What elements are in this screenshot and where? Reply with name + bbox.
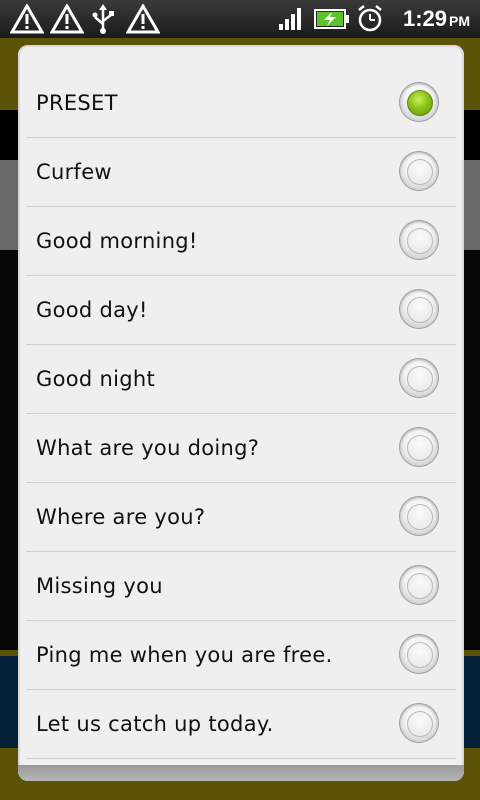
option-good-morning[interactable]: Good morning! [26,207,456,276]
clock: 1:29 PM [403,6,470,32]
usb-icon [92,4,114,34]
alarm-icon [358,5,382,32]
warning-icon [50,4,84,34]
status-bar: 1:29 PM [0,0,480,38]
option-label: Good day! [36,298,148,322]
option-ping-me[interactable]: Ping me when you are free. [26,621,456,690]
radio-button[interactable] [400,428,438,466]
clock-time: 1:29 [402,6,447,31]
option-label: PRESET [36,91,118,115]
option-label: Good morning! [36,229,198,253]
radio-button[interactable] [400,152,438,190]
battery-charging-icon [314,9,349,29]
warning-icon [126,4,160,34]
radio-button-selected[interactable] [400,83,438,121]
signal-icon [279,8,301,30]
message-options-list: PRESET Curfew Good morning! Good day! Go… [26,69,456,759]
option-good-night[interactable]: Good night [26,345,456,414]
radio-button[interactable] [400,566,438,604]
option-catch-up[interactable]: Let us catch up today. [26,690,456,759]
option-where-are-you[interactable]: Where are you? [26,483,456,552]
option-preset[interactable]: PRESET [26,69,456,138]
dialog-bottom-bar [18,765,464,781]
radio-button[interactable] [400,497,438,535]
message-picker-dialog: PRESET Curfew Good morning! Good day! Go… [18,45,464,781]
option-good-day[interactable]: Good day! [26,276,456,345]
radio-button[interactable] [400,635,438,673]
option-label: Curfew [36,160,112,184]
option-label: Let us catch up today. [36,712,274,736]
option-label: What are you doing? [36,436,260,460]
option-label: Good night [36,367,155,391]
option-label: Ping me when you are free. [36,643,333,667]
warning-icon [10,4,44,34]
option-missing-you[interactable]: Missing you [26,552,456,621]
option-label: Where are you? [36,505,206,529]
option-label: Missing you [36,574,163,598]
option-what-are-you-doing[interactable]: What are you doing? [26,414,456,483]
radio-button[interactable] [400,221,438,259]
option-curfew[interactable]: Curfew [26,138,456,207]
clock-ampm: PM [449,13,470,29]
radio-button[interactable] [400,704,438,742]
radio-button[interactable] [400,359,438,397]
radio-button[interactable] [400,290,438,328]
